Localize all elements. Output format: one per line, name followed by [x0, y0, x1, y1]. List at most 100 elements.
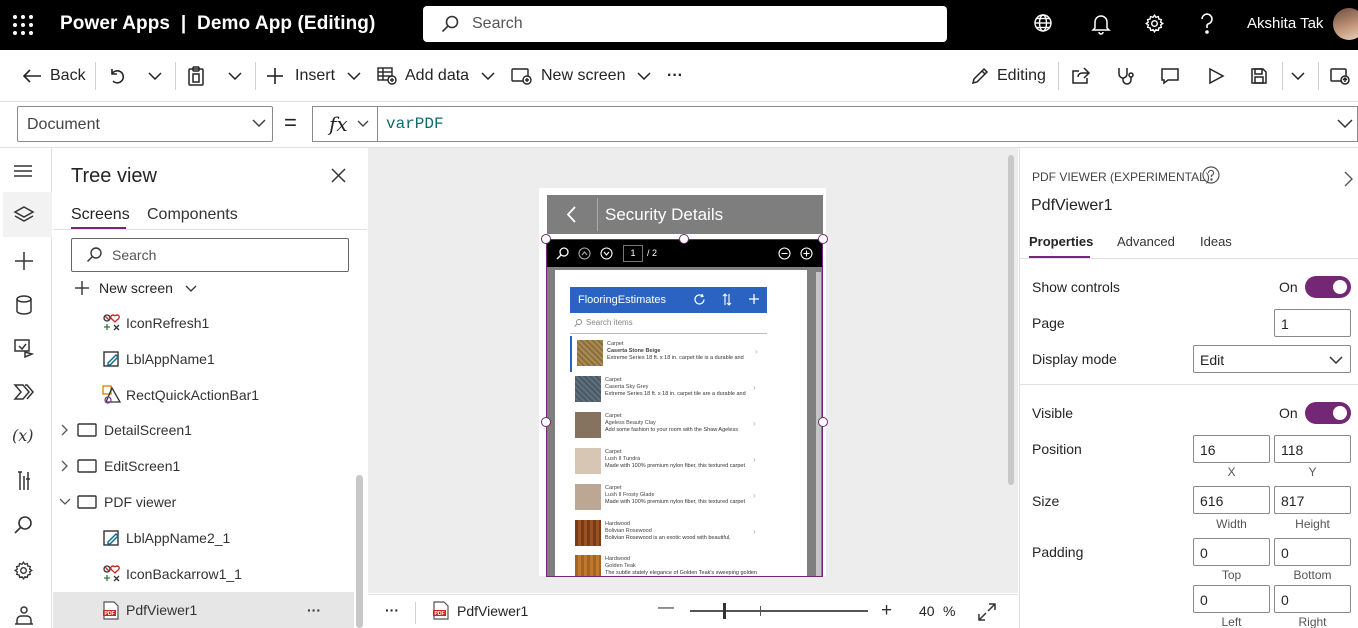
stethoscope-icon: [1116, 66, 1136, 86]
tab-screens[interactable]: Screens: [71, 206, 130, 224]
layers-icon[interactable]: [13, 205, 35, 225]
app-checker-button[interactable]: [1116, 50, 1136, 102]
padding-left-input[interactable]: 0: [1193, 585, 1270, 613]
add-data-button[interactable]: Add data: [377, 50, 495, 102]
zoom-in-button[interactable]: +: [881, 600, 892, 622]
avatar[interactable]: [1333, 8, 1358, 40]
chevron-right-icon[interactable]: [61, 460, 69, 472]
save-button[interactable]: [1250, 50, 1268, 102]
icon-control-icon: [102, 564, 122, 584]
new-screen-tree-button[interactable]: New screen: [74, 280, 197, 296]
chevron-right-icon[interactable]: [61, 424, 69, 436]
zoom-percent: %: [943, 603, 956, 619]
height-input[interactable]: 817: [1274, 486, 1351, 514]
tree-scrollbar[interactable]: [356, 475, 363, 628]
save-dropdown[interactable]: [1291, 50, 1305, 102]
collapse-panel-icon[interactable]: [1344, 171, 1353, 187]
comment-icon: [1160, 67, 1180, 85]
variables-icon[interactable]: (x): [12, 426, 34, 445]
bell-icon[interactable]: [1091, 13, 1111, 35]
user-name[interactable]: Akshita Tak: [1247, 15, 1323, 32]
preview-button[interactable]: [1207, 50, 1225, 102]
resize-handle[interactable]: [541, 234, 551, 244]
control-name[interactable]: PdfViewer1: [1031, 197, 1113, 215]
tree-item-lblappname2-1[interactable]: LblAppName2_1: [53, 520, 354, 556]
close-icon[interactable]: [331, 168, 346, 183]
tree-item-rectquickactionbar1[interactable]: RectQuickActionBar1: [53, 377, 354, 413]
tree-search-input[interactable]: Search: [71, 238, 349, 272]
tree-item-pdfviewer1[interactable]: PDF PdfViewer1 ···: [53, 592, 354, 628]
undo-dropdown[interactable]: [148, 50, 162, 102]
right-caption: Right: [1298, 615, 1327, 628]
database-icon[interactable]: [13, 294, 35, 316]
tab-components[interactable]: Components: [147, 206, 238, 224]
media-icon[interactable]: [13, 337, 35, 359]
padding-right-input[interactable]: 0: [1274, 585, 1351, 613]
zoom-slider-track[interactable]: [690, 610, 868, 612]
zoom-slider-thumb[interactable]: [723, 603, 726, 619]
environment-icon[interactable]: [1033, 13, 1053, 33]
fit-to-window-icon[interactable]: [978, 603, 996, 621]
tree-item-pdf-viewer[interactable]: PDF viewer: [53, 484, 354, 520]
help-icon[interactable]: [1199, 13, 1215, 35]
resize-handle[interactable]: [679, 234, 689, 244]
fx-button[interactable]: fx: [312, 106, 378, 142]
insert-plus-icon[interactable]: [13, 250, 35, 272]
page-input[interactable]: 1: [1274, 309, 1351, 337]
waffle-icon[interactable]: [12, 14, 34, 36]
tree-item-iconrefresh1[interactable]: IconRefresh1: [53, 305, 354, 341]
new-screen-button[interactable]: New screen: [511, 50, 652, 102]
comments-button[interactable]: [1160, 50, 1180, 102]
tab-advanced[interactable]: Advanced: [1117, 234, 1175, 249]
expand-formula-icon[interactable]: [1337, 119, 1353, 128]
property-dropdown[interactable]: Document: [17, 106, 273, 142]
settings-icon[interactable]: [13, 560, 34, 581]
share-button[interactable]: [1071, 50, 1091, 102]
tree-item-detailscreen1[interactable]: DetailScreen1: [53, 412, 354, 448]
paste-button[interactable]: [187, 50, 205, 102]
more-options-button[interactable]: ···: [385, 602, 399, 618]
power-automate-icon[interactable]: [13, 382, 35, 402]
back-arrow-icon[interactable]: [566, 206, 576, 223]
visible-toggle[interactable]: [1305, 402, 1351, 424]
insert-button[interactable]: Insert: [266, 50, 361, 102]
back-button[interactable]: Back: [22, 50, 86, 102]
more-commands-button[interactable]: ···: [667, 50, 683, 102]
resize-handle[interactable]: [818, 234, 828, 244]
hamburger-menu-icon[interactable]: [13, 163, 33, 179]
editing-status-button[interactable]: Editing: [971, 50, 1046, 102]
help-icon[interactable]: [1202, 166, 1220, 184]
resize-handle[interactable]: [541, 417, 551, 427]
more-options-button[interactable]: ···: [307, 602, 321, 618]
display-mode-dropdown[interactable]: Edit: [1193, 345, 1351, 373]
resize-handle[interactable]: [818, 417, 828, 427]
undo-button[interactable]: [108, 50, 126, 102]
paste-dropdown[interactable]: [228, 50, 242, 102]
publish-button[interactable]: [1330, 50, 1350, 102]
tree-item-iconbackarrow1-1[interactable]: IconBackarrow1_1: [53, 556, 354, 592]
tab-ideas[interactable]: Ideas: [1200, 234, 1232, 249]
show-controls-toggle[interactable]: [1305, 276, 1351, 298]
divider: [95, 62, 96, 90]
tab-properties[interactable]: Properties: [1029, 234, 1093, 249]
padding-label: Padding: [1032, 544, 1084, 560]
canvas-scrollbar[interactable]: [1008, 155, 1014, 485]
tree-item-editscreen1[interactable]: EditScreen1: [53, 448, 354, 484]
padding-bottom-input[interactable]: 0: [1274, 538, 1351, 566]
padding-top-input[interactable]: 0: [1193, 538, 1270, 566]
width-input[interactable]: 616: [1193, 486, 1270, 514]
formula-input[interactable]: varPDF: [377, 106, 1358, 142]
chevron-down-icon[interactable]: [59, 498, 71, 506]
search-icon[interactable]: [13, 515, 33, 535]
advanced-tools-icon[interactable]: [13, 470, 35, 492]
selected-control-name[interactable]: PdfViewer1: [457, 603, 528, 619]
zoom-level[interactable]: 40: [919, 603, 935, 619]
position-y-input[interactable]: 118: [1274, 435, 1351, 463]
tree-item-lblappname1[interactable]: LblAppName1: [53, 341, 354, 377]
position-x-input[interactable]: 16: [1193, 435, 1270, 463]
gear-icon[interactable]: [1144, 13, 1165, 34]
virtual-agent-icon[interactable]: [13, 604, 35, 626]
shape-control-icon: [102, 385, 122, 405]
zoom-out-button[interactable]: —: [658, 599, 674, 617]
global-search-input[interactable]: Search: [423, 6, 947, 42]
